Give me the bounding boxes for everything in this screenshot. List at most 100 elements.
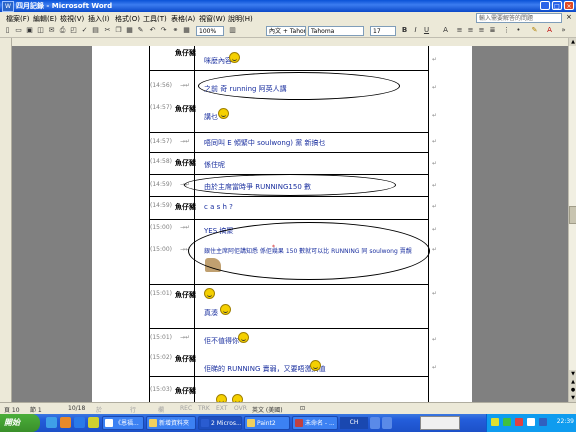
align-left-icon[interactable]: ≡: [455, 26, 464, 35]
prev-page-icon[interactable]: ▲: [569, 378, 576, 386]
messenger-quicklaunch-icon[interactable]: [88, 417, 99, 428]
task-untitled[interactable]: 未命名 - ...: [292, 416, 338, 430]
document-area: 魚仔豬 咪麼內容 ↵ (14:56) →↵ 之前 奇 running 阿英人講 …: [12, 46, 568, 402]
menu-table[interactable]: 表格(A): [171, 14, 195, 24]
research-icon[interactable]: ▤: [91, 26, 100, 35]
numbering-icon[interactable]: ⋮: [502, 26, 511, 35]
menu-view[interactable]: 檢視(V): [60, 14, 84, 24]
print-preview-icon[interactable]: ◰: [69, 26, 78, 35]
bullets-icon[interactable]: •: [514, 26, 523, 35]
message-text: 佢睇的 RUNNING 賣弱，又要唔激搞值: [204, 365, 326, 373]
minimize-button[interactable]: _: [540, 1, 550, 10]
justify-icon[interactable]: ≣: [488, 26, 497, 35]
row-divider: [149, 132, 429, 133]
toolbar-options-icon[interactable]: »: [559, 26, 568, 35]
task-label: 《恩福...: [115, 420, 139, 427]
task-word[interactable]: 2 Micros...: [198, 416, 242, 430]
desktop-quicklaunch-icon[interactable]: [74, 417, 85, 428]
spelling-status-icon[interactable]: ⊡: [300, 405, 305, 412]
annotation-oval: [198, 72, 400, 100]
message-text: 真湊: [204, 309, 218, 317]
read-icon[interactable]: ▥: [228, 26, 237, 35]
align-right-icon[interactable]: ≡: [477, 26, 486, 35]
network-icon[interactable]: [539, 418, 547, 426]
word-app-icon[interactable]: W: [2, 1, 14, 12]
font-size-select[interactable]: 17: [370, 26, 396, 36]
vertical-ruler[interactable]: [0, 38, 12, 402]
email-icon[interactable]: ✉: [47, 26, 56, 35]
tray-app-banner[interactable]: [420, 416, 460, 430]
menu-tools[interactable]: 工具(T): [143, 14, 167, 24]
paragraph-mark-icon: ↵: [432, 160, 438, 167]
tray-icon[interactable]: [515, 418, 523, 426]
scroll-up-icon[interactable]: ▲: [569, 38, 576, 46]
smiley-emoticon-icon: [232, 394, 243, 402]
table-icon[interactable]: ▦: [182, 26, 191, 35]
font-color-icon[interactable]: A: [545, 26, 554, 35]
tray-icon[interactable]: [491, 418, 499, 426]
print-icon[interactable]: ⎙: [58, 26, 67, 35]
close-doc-icon[interactable]: ×: [566, 13, 572, 21]
menu-insert[interactable]: 插入(I): [88, 14, 110, 24]
task-folder[interactable]: 新增資料夾: [146, 416, 196, 430]
media-quicklaunch-icon[interactable]: [60, 417, 71, 428]
document-page[interactable]: 魚仔豬 咪麼內容 ↵ (14:56) →↵ 之前 奇 running 阿英人講 …: [92, 46, 472, 402]
undo-icon[interactable]: ↶: [148, 26, 157, 35]
help-search-input[interactable]: 輸入需要解答的問題: [476, 13, 562, 23]
format-painter-icon[interactable]: ✎: [136, 26, 145, 35]
smiley-emoticon-icon: [229, 52, 240, 63]
status-trk[interactable]: TRK: [198, 405, 210, 412]
volume-icon[interactable]: [527, 418, 535, 426]
bold-icon[interactable]: B: [400, 26, 409, 35]
status-line: 行: [130, 407, 137, 414]
menu-help[interactable]: 說明(H): [228, 14, 253, 24]
close-button[interactable]: ×: [564, 1, 574, 10]
scroll-down-icon[interactable]: ▼: [569, 370, 576, 378]
save-icon[interactable]: ▣: [25, 26, 34, 35]
status-ext[interactable]: EXT: [216, 405, 227, 412]
align-center-icon[interactable]: ≡: [466, 26, 475, 35]
status-ovr[interactable]: OVR: [234, 405, 247, 412]
paste-icon[interactable]: ▦: [125, 26, 134, 35]
timestamp: (14:57): [150, 138, 172, 145]
permission-icon[interactable]: ◫: [36, 26, 45, 35]
underline-icon[interactable]: U: [422, 26, 431, 35]
cut-icon[interactable]: ✂: [103, 26, 112, 35]
menu-edit[interactable]: 編輯(E): [33, 14, 57, 24]
browse-object-icon[interactable]: ●: [569, 386, 576, 394]
message-text: c a s h ?: [204, 203, 233, 211]
copy-icon[interactable]: ❐: [114, 26, 123, 35]
style-select[interactable]: 內文 + Tahom: [266, 26, 306, 36]
tray-icon[interactable]: [503, 418, 511, 426]
highlight-icon[interactable]: ✎: [530, 26, 539, 35]
hyperlink-icon[interactable]: ⚭: [171, 26, 180, 35]
task-paint[interactable]: Paint2: [244, 416, 290, 430]
timestamp: (15:00): [150, 246, 172, 253]
char-border-icon[interactable]: A: [441, 26, 450, 35]
taskbar: 開始 《恩福... 新增資料夾 2 Micros... Paint2 未命名 -…: [0, 414, 576, 432]
ime-mode-icon[interactable]: [382, 417, 392, 429]
maximize-button[interactable]: □: [552, 1, 562, 10]
new-doc-icon[interactable]: ▯: [3, 26, 12, 35]
italic-icon[interactable]: I: [411, 26, 420, 35]
vertical-scrollbar[interactable]: ▲ ▼ ▲ ● ▼: [568, 38, 576, 402]
redo-icon[interactable]: ↷: [159, 26, 168, 35]
scroll-thumb[interactable]: [569, 206, 576, 224]
horizontal-ruler[interactable]: [12, 38, 576, 46]
menu-window[interactable]: 視窗(W): [199, 14, 225, 24]
status-rec[interactable]: REC: [180, 405, 192, 412]
font-select[interactable]: Tahoma: [308, 26, 364, 36]
menu-file[interactable]: 檔案(F): [6, 14, 30, 24]
spelling-icon[interactable]: ✓: [80, 26, 89, 35]
task-browser[interactable]: 《恩福...: [102, 416, 144, 430]
ie-quicklaunch-icon[interactable]: [46, 417, 57, 428]
zoom-select[interactable]: 100%: [196, 26, 224, 36]
smiley-emoticon-icon: [216, 394, 227, 402]
next-page-icon[interactable]: ▼: [569, 394, 576, 402]
ime-icon[interactable]: [370, 417, 380, 429]
open-icon[interactable]: ▭: [14, 26, 23, 35]
clock: 22:39: [556, 418, 574, 425]
language-bar[interactable]: CH: [340, 417, 368, 429]
menu-format[interactable]: 格式(O): [115, 14, 140, 24]
start-button[interactable]: 開始: [0, 414, 40, 432]
